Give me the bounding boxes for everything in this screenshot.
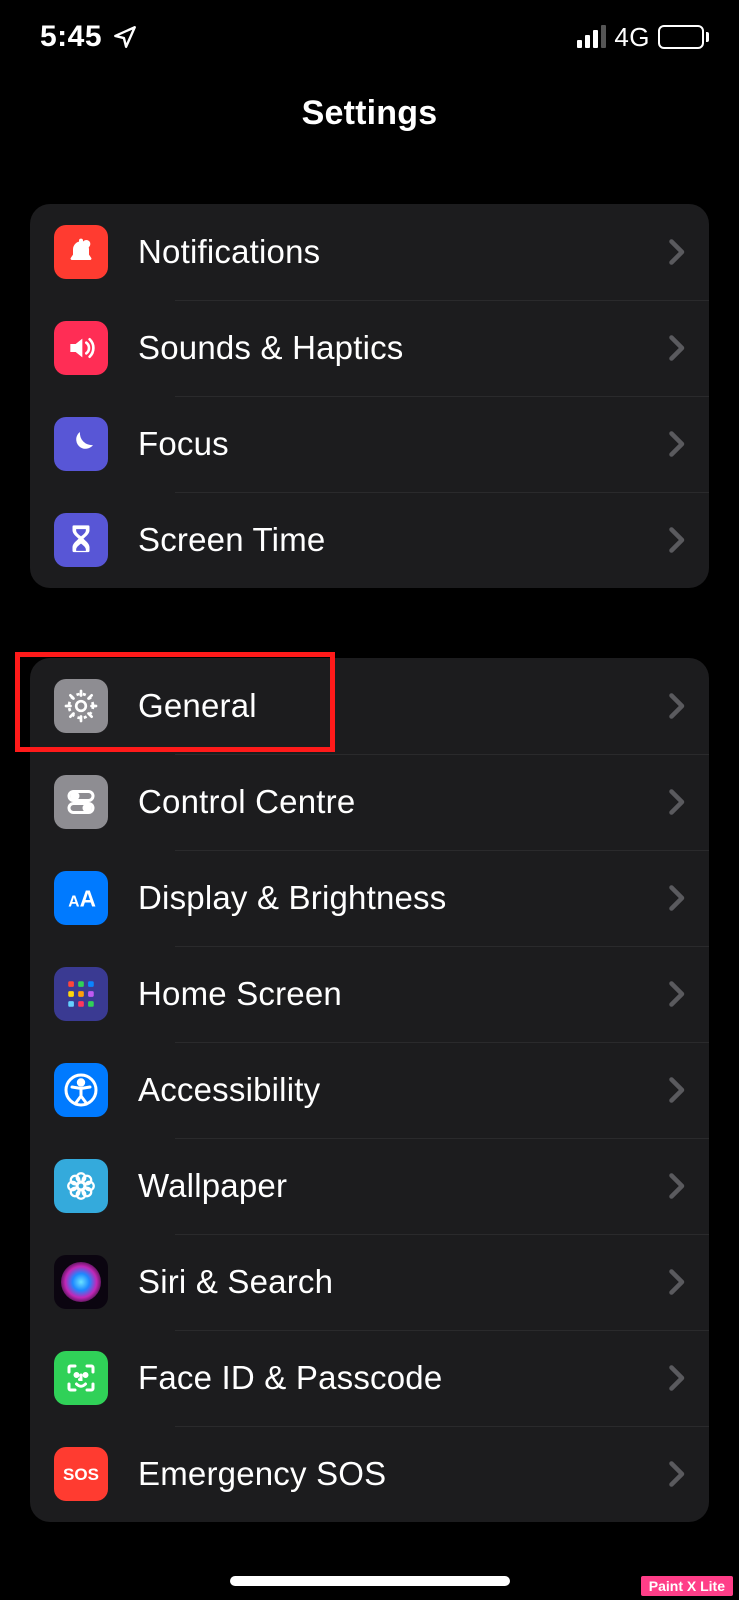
row-label: Accessibility [138, 1071, 667, 1109]
siri-icon [54, 1255, 108, 1309]
settings-group: General Control Centre AA Display & Brightn… [30, 658, 709, 1522]
svg-text:A: A [80, 886, 96, 912]
settings-row-face-id-passcode[interactable]: Face ID & Passcode [30, 1330, 709, 1426]
settings-row-focus[interactable]: Focus [30, 396, 709, 492]
svg-text:A: A [68, 894, 79, 911]
switches-icon [54, 775, 108, 829]
svg-text:SOS: SOS [63, 1465, 99, 1484]
bell-icon [54, 225, 108, 279]
flower-icon [54, 1159, 108, 1213]
gear-icon [54, 679, 108, 733]
settings-row-siri-search[interactable]: Siri & Search [30, 1234, 709, 1330]
row-label: Sounds & Haptics [138, 329, 667, 367]
chevron-right-icon [667, 429, 685, 459]
row-label: Face ID & Passcode [138, 1359, 667, 1397]
battery-icon [658, 25, 709, 49]
row-label: Screen Time [138, 521, 667, 559]
settings-row-screen-time[interactable]: Screen Time [30, 492, 709, 588]
settings-row-display-brightness[interactable]: AA Display & Brightness [30, 850, 709, 946]
settings-row-emergency-sos[interactable]: SOS Emergency SOS [30, 1426, 709, 1522]
settings-row-notifications[interactable]: Notifications [30, 204, 709, 300]
sos-icon: SOS [54, 1447, 108, 1501]
chevron-right-icon [667, 1171, 685, 1201]
row-label: Emergency SOS [138, 1455, 667, 1493]
home-indicator[interactable] [230, 1576, 510, 1586]
chevron-right-icon [667, 979, 685, 1009]
chevron-right-icon [667, 1075, 685, 1105]
settings-group: Notifications Sounds & Haptics Focus Screen… [30, 204, 709, 588]
text-size-icon: AA [54, 871, 108, 925]
cellular-signal-icon [577, 26, 606, 48]
face-id-icon [54, 1351, 108, 1405]
settings-row-sounds-haptics[interactable]: Sounds & Haptics [30, 300, 709, 396]
row-label: General [138, 687, 667, 725]
chevron-right-icon [667, 883, 685, 913]
chevron-right-icon [667, 1459, 685, 1489]
row-label: Display & Brightness [138, 879, 667, 917]
row-label: Control Centre [138, 783, 667, 821]
chevron-right-icon [667, 691, 685, 721]
page-title: Settings [0, 94, 739, 133]
row-label: Wallpaper [138, 1167, 667, 1205]
settings-row-wallpaper[interactable]: Wallpaper [30, 1138, 709, 1234]
network-label: 4G [614, 22, 650, 53]
settings-row-general[interactable]: General [30, 658, 709, 754]
chevron-right-icon [667, 525, 685, 555]
speaker-icon [54, 321, 108, 375]
accessibility-icon [54, 1063, 108, 1117]
row-label: Notifications [138, 233, 667, 271]
settings-row-control-centre[interactable]: Control Centre [30, 754, 709, 850]
location-icon [112, 24, 138, 50]
chevron-right-icon [667, 1267, 685, 1297]
status-bar: 5:45 4G [0, 0, 739, 60]
status-time: 5:45 [40, 20, 102, 54]
chevron-right-icon [667, 787, 685, 817]
row-label: Siri & Search [138, 1263, 667, 1301]
chevron-right-icon [667, 237, 685, 267]
chevron-right-icon [667, 333, 685, 363]
hourglass-icon [54, 513, 108, 567]
row-label: Focus [138, 425, 667, 463]
moon-icon [54, 417, 108, 471]
settings-row-accessibility[interactable]: Accessibility [30, 1042, 709, 1138]
row-label: Home Screen [138, 975, 667, 1013]
chevron-right-icon [667, 1363, 685, 1393]
page-header: Settings [0, 60, 739, 168]
app-grid-icon [54, 967, 108, 1021]
watermark: Paint X Lite [641, 1576, 733, 1596]
settings-row-home-screen[interactable]: Home Screen [30, 946, 709, 1042]
